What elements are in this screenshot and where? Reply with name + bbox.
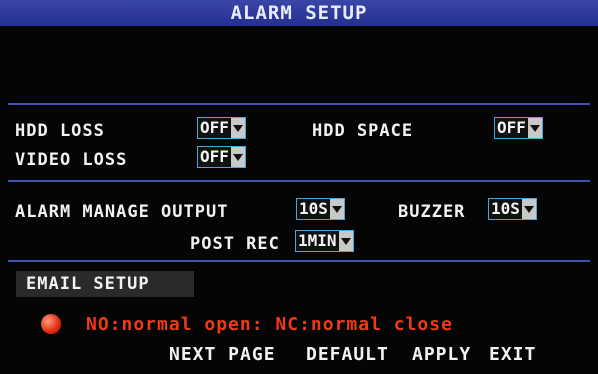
nonc-note: NO:normal open: NC:normal close: [86, 314, 453, 335]
video-loss-label: VIDEO LOSS: [15, 150, 128, 170]
separator-middle: [8, 180, 590, 182]
default-button[interactable]: DEFAULT: [306, 344, 389, 365]
chevron-down-icon: [521, 199, 536, 219]
alarm-manage-output-dropdown[interactable]: 10S: [296, 198, 345, 220]
chevron-down-icon: [230, 147, 245, 167]
record-dot-icon: [41, 314, 61, 334]
page-title: ALARM SETUP: [230, 2, 368, 24]
post-rec-dropdown[interactable]: 1MIN: [295, 230, 354, 252]
chevron-down-icon: [338, 231, 353, 251]
buzzer-value: 10S: [491, 199, 520, 218]
hdd-loss-value: OFF: [200, 118, 229, 137]
email-setup-button[interactable]: EMAIL SETUP: [16, 271, 194, 297]
hdd-loss-dropdown[interactable]: OFF: [197, 117, 246, 139]
video-loss-dropdown[interactable]: OFF: [197, 146, 246, 168]
alarm-manage-output-value: 10S: [299, 199, 328, 218]
post-rec-value: 1MIN: [298, 231, 337, 250]
hdd-space-label: HDD SPACE: [312, 121, 414, 141]
exit-button[interactable]: EXIT: [489, 344, 536, 365]
apply-button[interactable]: APPLY: [412, 344, 471, 365]
hdd-loss-label: HDD LOSS: [15, 121, 105, 141]
chevron-down-icon: [230, 118, 245, 138]
buzzer-dropdown[interactable]: 10S: [488, 198, 537, 220]
video-loss-value: OFF: [200, 147, 229, 166]
separator-top: [8, 103, 590, 105]
next-page-button[interactable]: NEXT PAGE: [169, 344, 276, 365]
hdd-space-dropdown[interactable]: OFF: [494, 117, 543, 139]
post-rec-label: POST REC: [190, 234, 280, 254]
buzzer-label: BUZZER: [398, 202, 466, 222]
alarm-setup-screen: ALARM SETUP HDD LOSS OFF HDD SPACE OFF V…: [0, 0, 598, 374]
title-bar: ALARM SETUP: [0, 0, 598, 26]
alarm-manage-output-label: ALARM MANAGE OUTPUT: [15, 202, 229, 222]
chevron-down-icon: [329, 199, 344, 219]
hdd-space-value: OFF: [497, 118, 526, 137]
separator-bottom: [8, 260, 590, 262]
chevron-down-icon: [527, 118, 542, 138]
